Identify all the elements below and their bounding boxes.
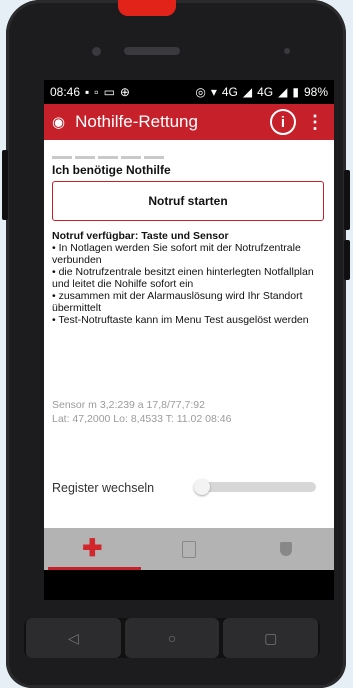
back-triangle-icon[interactable]: ◁ — [26, 618, 121, 658]
side-button-right-lower — [344, 240, 350, 280]
red-cross-icon: ✚ — [82, 535, 103, 562]
info-item: • Test-Notruftaste kann im Menu Test aus… — [52, 314, 309, 326]
screen-bottom — [44, 570, 334, 600]
battery-icon: ▮ — [292, 85, 299, 99]
status-time: 08:46 — [50, 85, 81, 99]
sensor-readout: Sensor m 3,2:239 a 17,8/77,7:92 Lat: 47,… — [52, 398, 231, 426]
earpiece-speaker — [124, 47, 180, 55]
app-bar: ◉ Nothilfe-Rettung i ⋮ — [44, 104, 334, 140]
section-title: Ich benötige Nothilfe — [52, 163, 171, 177]
tab-emergency[interactable]: ✚ — [44, 528, 141, 570]
register-label: Register wechseln — [52, 481, 155, 495]
info-icon[interactable]: i — [270, 109, 296, 135]
info-heading: Notruf verfügbar: Taste und Sensor — [52, 230, 229, 242]
sensor-line-1: Sensor m 3,2:239 a 17,8/77,7:92 — [52, 399, 205, 411]
overflow-menu-icon[interactable]: ⋮ — [306, 112, 324, 133]
start-emergency-call-button[interactable]: Notruf starten — [52, 181, 324, 221]
progress-dashes — [52, 156, 164, 159]
shield-icon — [279, 542, 292, 556]
home-circle-icon[interactable]: ○ — [124, 618, 220, 658]
toggle-thumb[interactable] — [194, 479, 210, 495]
status-bar: 08:46 ▪ ▫ ▭ ⊕ ◎ ▾ 4G ◢ 4G ◢ ▮ 98% — [44, 80, 334, 104]
location-icon: ◎ — [195, 85, 206, 99]
tab-shield[interactable] — [237, 528, 334, 570]
signal-icon-2: ◢ — [278, 85, 288, 99]
phone-screen: 08:46 ▪ ▫ ▭ ⊕ ◎ ▾ 4G ◢ 4G ◢ ▮ 98% ◉ Noth… — [44, 80, 334, 600]
emergency-button — [118, 0, 176, 16]
main-content: Ich benötige Nothilfe Notruf starten Not… — [44, 140, 334, 528]
register-toggle[interactable] — [194, 479, 316, 495]
recents-square-icon[interactable]: ▢ — [223, 618, 319, 658]
network-label: 4G — [221, 85, 238, 99]
tab-clipboard[interactable] — [141, 528, 238, 570]
image-icon: ▪ — [85, 85, 90, 99]
signal-icon: ◢ — [242, 85, 253, 99]
front-camera-icon — [92, 47, 101, 56]
info-item: • In Notlagen werden Sie sofort mit der … — [52, 242, 301, 266]
cast-icon: ▭ — [103, 85, 115, 99]
message-icon: ▫ — [94, 85, 99, 99]
info-item: • die Notrufzentrale besitzt einen hinte… — [52, 266, 314, 290]
clipboard-icon — [182, 540, 196, 558]
tab-bar: ✚ — [44, 528, 334, 570]
side-button-left — [2, 150, 8, 220]
network-label-2: 4G — [257, 85, 274, 99]
sensor-line-2: Lat: 47,2000 Lo: 8,4533 T: 11.02 08:46 — [52, 413, 232, 425]
proximity-sensor — [284, 48, 290, 54]
app-title: Nothilfe-Rettung — [75, 112, 198, 131]
info-block: Notruf verfügbar: Taste und Sensor • In … — [52, 230, 328, 326]
plus-circle-icon: ⊕ — [119, 85, 130, 99]
hardware-nav-bar: ◁ ○ ▢ — [24, 618, 320, 658]
wifi-icon: ▾ — [210, 85, 217, 99]
app-logo-icon: ◉ — [52, 114, 66, 131]
battery-level: 98% — [303, 85, 328, 99]
info-item: • zusammen mit der Alarmauslösung wird I… — [52, 290, 303, 314]
side-button-right-upper — [344, 170, 350, 230]
